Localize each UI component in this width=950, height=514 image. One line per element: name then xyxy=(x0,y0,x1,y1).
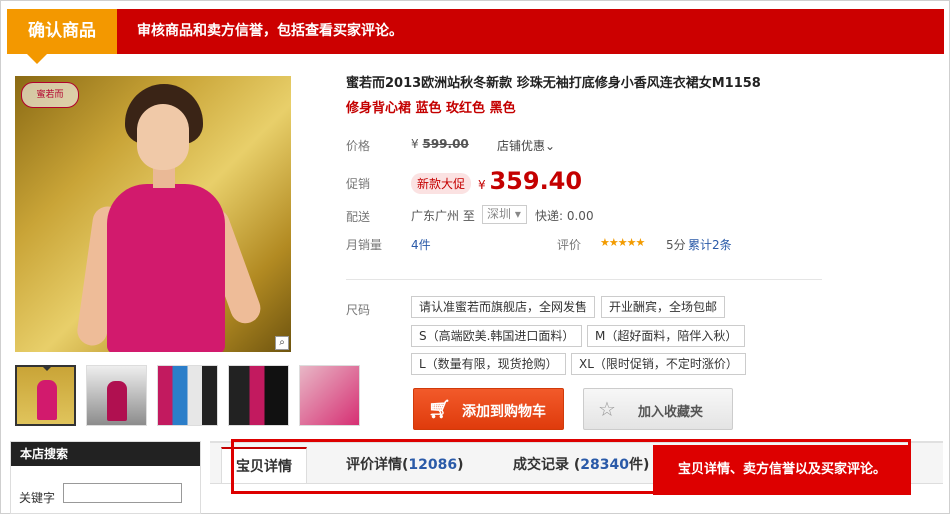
thumbnail-strip xyxy=(15,365,360,426)
destination-city: 深圳 xyxy=(487,207,512,221)
thumbnail[interactable] xyxy=(157,365,218,426)
chevron-down-icon: ⌄ xyxy=(545,139,556,153)
shipping-label: 配送 xyxy=(346,210,371,224)
cart-icon: 🛒︎ xyxy=(428,399,451,420)
monthly-sales-label: 月销量 xyxy=(346,238,383,252)
size-option[interactable]: 请认准蜜若而旗舰店，全网发售 xyxy=(411,296,596,318)
destination-city-select[interactable]: 深圳 ▾ xyxy=(482,205,527,224)
chevron-down-icon: ▾ xyxy=(511,207,521,221)
original-price-value: 599.00 xyxy=(422,137,469,151)
currency-symbol: ¥ xyxy=(411,137,419,151)
step-tag: 确认商品 xyxy=(7,9,117,64)
divider xyxy=(346,279,822,280)
add-to-cart-button[interactable]: 🛒︎ 添加到购物车 xyxy=(413,388,564,430)
thumbnail[interactable] xyxy=(228,365,289,426)
promo-price-value: 359.40 xyxy=(489,167,583,195)
total-reviews-link[interactable]: 累计2条 xyxy=(688,236,732,253)
thumbnail[interactable] xyxy=(299,365,360,426)
product-title: 蜜若而2013欧洲站秋冬新款 珍珠无袖打底修身小香风连衣裙女M1158 xyxy=(346,76,761,91)
instruction-banner: 确认商品 审核商品和卖方信誉，包括查看买家评论。 xyxy=(7,9,944,64)
ship-from: 广东广州 至 xyxy=(411,209,475,223)
store-discount-dropdown[interactable]: 店铺优惠⌄ xyxy=(497,137,555,154)
size-option[interactable]: M（超好面料，陪伴入秋） xyxy=(587,325,746,347)
rating-stars: ★★★★★ xyxy=(600,236,645,249)
size-label: 尺码 xyxy=(346,303,371,317)
monthly-sales-value: 4件 xyxy=(411,238,431,252)
add-to-favorites-label: 加入收藏夹 xyxy=(638,405,704,420)
model-dress xyxy=(107,184,225,352)
brand-logo: 蜜若而 xyxy=(21,82,79,108)
size-option[interactable]: L（数量有限，现货抢购） xyxy=(411,353,566,375)
thumbnail[interactable] xyxy=(15,365,76,426)
thumbnail[interactable] xyxy=(86,365,147,426)
size-option[interactable]: 开业酬宾，全场包邮 xyxy=(601,296,726,318)
add-to-favorites-button[interactable]: ☆ 加入收藏夹 xyxy=(583,388,733,430)
shop-search-panel: 本店搜索 关键字 xyxy=(10,441,201,514)
rating-label: 评价 xyxy=(557,238,582,252)
shop-search-title: 本店搜索 xyxy=(11,442,200,466)
price-label: 价格 xyxy=(346,139,371,153)
store-discount-label: 店铺优惠 xyxy=(497,139,546,153)
promo-badge: 新款大促 xyxy=(411,173,472,194)
zoom-icon[interactable]: ⌕ xyxy=(275,336,289,350)
keyword-input[interactable] xyxy=(63,483,182,503)
product-main-image[interactable]: 蜜若而 ⌕ xyxy=(15,76,291,352)
shipping-fee: 快递: 0.00 xyxy=(535,209,594,223)
currency-symbol: ¥ xyxy=(478,178,486,192)
add-to-cart-label: 添加到购物车 xyxy=(462,404,546,420)
model-face xyxy=(137,104,189,170)
star-icon: ☆ xyxy=(598,397,616,421)
promo-label: 促销 xyxy=(346,177,371,191)
instruction-text: 审核商品和卖方信誉，包括查看买家评论。 xyxy=(137,23,403,39)
promo-price: ¥ 359.40 xyxy=(478,167,582,195)
original-price: ¥ 599.00 xyxy=(411,137,469,151)
product-subtitle: 修身背心裙 蓝色 玫红色 黑色 xyxy=(346,101,516,116)
size-option[interactable]: S（高端欧美.韩国进口面料） xyxy=(411,325,583,347)
callout-label: 宝贝详情、卖方信誉以及买家评论。 xyxy=(653,445,911,495)
size-option[interactable]: XL（限时促销，不定时涨价） xyxy=(571,353,746,375)
rating-score: 5分 xyxy=(666,238,686,252)
keyword-label: 关键字 xyxy=(19,491,56,505)
